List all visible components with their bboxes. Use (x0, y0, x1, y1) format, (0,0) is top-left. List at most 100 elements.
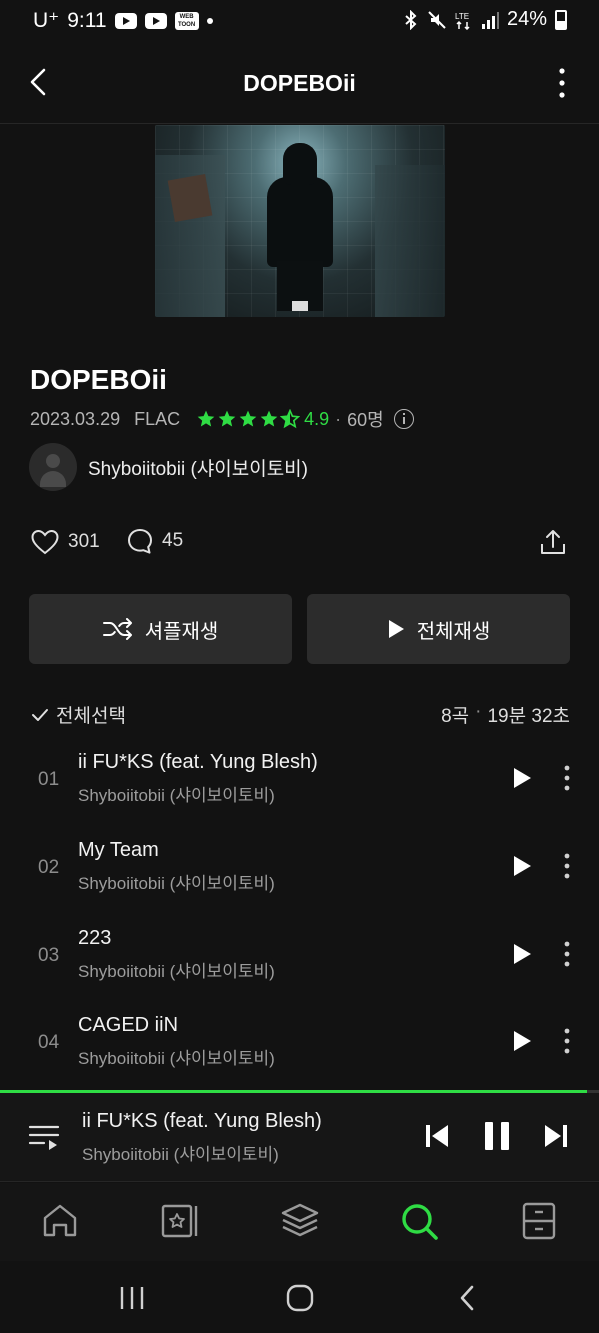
svg-text:LTE: LTE (455, 12, 469, 21)
track-play-icon[interactable] (510, 766, 534, 790)
play-all-button[interactable]: 전체재생 (307, 594, 570, 664)
track-more-icon[interactable] (557, 940, 577, 968)
lte-icon: LTE (455, 12, 470, 30)
header: DOPEBOii (0, 44, 599, 124)
play-icon (388, 620, 404, 638)
playlist-queue-icon[interactable] (28, 1121, 60, 1151)
now-playing-title: ii FU*KS (feat. Yung Blesh) (82, 1110, 322, 1132)
home-button-icon[interactable] (285, 1283, 315, 1313)
rating-stars[interactable] (196, 409, 301, 429)
page-title: DOPEBOii (243, 70, 356, 96)
notification-dot-icon (206, 17, 213, 24)
shuffle-play-button[interactable]: 셔플재생 (29, 594, 292, 664)
track-play-icon[interactable] (510, 942, 534, 966)
parental-advisory-label (292, 301, 308, 311)
info-icon[interactable] (393, 409, 414, 429)
cover-figure-hood (283, 143, 317, 185)
playback-progress[interactable] (0, 1090, 599, 1093)
social-row: 301 45 (30, 527, 570, 559)
bluetooth-icon (405, 9, 417, 30)
previous-track-button[interactable] (424, 1122, 450, 1150)
artist-avatar (29, 443, 77, 491)
artist-row[interactable]: Shyboiitobii (샤이보이토비) (29, 443, 308, 491)
carrier-label: U⁺ (33, 9, 60, 32)
track-summary: 8곡 · 19분 32초 (441, 701, 570, 728)
cover-right-wall (375, 165, 445, 317)
track-row[interactable]: 01 ii FU*KS (feat. Yung Blesh) Shyboiito… (0, 742, 599, 830)
system-back-icon[interactable] (453, 1283, 483, 1313)
heart-icon (31, 529, 59, 555)
mini-player[interactable]: ii FU*KS (feat. Yung Blesh) Shyboiitobii… (0, 1090, 599, 1182)
track-play-icon[interactable] (510, 854, 534, 878)
track-more-icon[interactable] (557, 764, 577, 792)
track-more-icon[interactable] (557, 1027, 577, 1055)
status-bar: U⁺ 9:11 WEB TOON LTE 24% (0, 0, 599, 44)
comment-count: 45 (162, 530, 184, 551)
recent-apps-icon[interactable] (117, 1283, 147, 1313)
like-count: 301 (68, 531, 100, 552)
select-all-label: 전체선택 (56, 706, 126, 727)
track-number: 01 (38, 769, 60, 790)
battery-icon (555, 9, 567, 30)
pause-button[interactable] (482, 1120, 512, 1152)
select-all-button[interactable]: 전체선택 (30, 701, 126, 728)
comment-button[interactable]: 45 (126, 527, 183, 555)
webtoon-notification-icon: WEB TOON (174, 11, 199, 30)
star-icon (260, 410, 278, 427)
rater-count: 60명 (347, 410, 384, 430)
more-options-button[interactable] (552, 66, 572, 100)
now-playing-artist: Shyboiitobii (샤이보이토비) (82, 1145, 279, 1164)
youtube-notification-icon (114, 12, 137, 29)
comment-icon (128, 529, 152, 554)
signal-icon (481, 11, 499, 29)
track-artist: Shyboiitobii (샤이보이토비) (78, 874, 275, 893)
library-icon[interactable] (160, 1201, 200, 1241)
half-star-icon (280, 409, 301, 429)
track-count: 8곡 (441, 706, 470, 727)
check-icon (32, 708, 48, 721)
shuffle-icon (102, 618, 132, 640)
status-left: U⁺ 9:11 WEB TOON (33, 8, 213, 33)
album-cover-image[interactable] (155, 125, 445, 317)
track-row[interactable]: 03 223 Shyboiitobii (샤이보이토비) (0, 918, 599, 1006)
separator-dot: · (335, 408, 342, 429)
cover-sign (167, 174, 213, 222)
bottom-navigation (0, 1183, 599, 1261)
track-title: ii FU*KS (feat. Yung Blesh) (78, 751, 318, 773)
system-navigation-bar (0, 1261, 599, 1333)
track-more-icon[interactable] (557, 852, 577, 880)
artist-name: Shyboiitobii (샤이보이토비) (88, 458, 308, 480)
track-row[interactable]: 02 My Team Shyboiitobii (샤이보이토비) (0, 830, 599, 918)
home-icon[interactable] (40, 1201, 80, 1241)
star-icon (197, 410, 215, 427)
layers-icon[interactable] (280, 1201, 320, 1241)
rating-score: 4.9 (304, 408, 330, 429)
total-duration: 19분 32초 (487, 706, 570, 727)
storage-icon[interactable] (519, 1201, 559, 1241)
track-artist: Shyboiitobii (샤이보이토비) (78, 786, 275, 805)
share-icon[interactable] (538, 527, 568, 557)
album-meta: 2023.03.29 FLAC 4.9 · 60명 (30, 407, 414, 431)
clock: 9:11 (67, 8, 107, 32)
next-track-button[interactable] (543, 1122, 569, 1150)
release-date: 2023.03.29 (30, 408, 121, 429)
track-list-header: 전체선택 8곡 · 19분 32초 (30, 701, 570, 729)
track-artist: Shyboiitobii (샤이보이토비) (78, 1049, 275, 1068)
track-row[interactable]: 04 CAGED iiN Shyboiitobii (샤이보이토비) (0, 1005, 599, 1093)
audio-format: FLAC (134, 408, 181, 429)
mute-icon (428, 10, 446, 29)
youtube-notification-icon-2 (144, 12, 167, 29)
track-play-icon[interactable] (510, 1029, 534, 1053)
cover-figure-body (267, 177, 333, 267)
track-number: 02 (38, 857, 60, 878)
star-icon (239, 410, 257, 427)
track-title: My Team (78, 839, 159, 861)
track-title: CAGED iiN (78, 1014, 179, 1036)
track-number: 03 (38, 945, 60, 966)
star-icon (218, 410, 236, 427)
play-all-label: 전체재생 (416, 620, 491, 643)
search-icon[interactable] (399, 1201, 439, 1241)
separator-dot: · (475, 701, 482, 722)
album-title: DOPEBOii (30, 364, 167, 395)
like-button[interactable]: 301 (30, 527, 100, 557)
